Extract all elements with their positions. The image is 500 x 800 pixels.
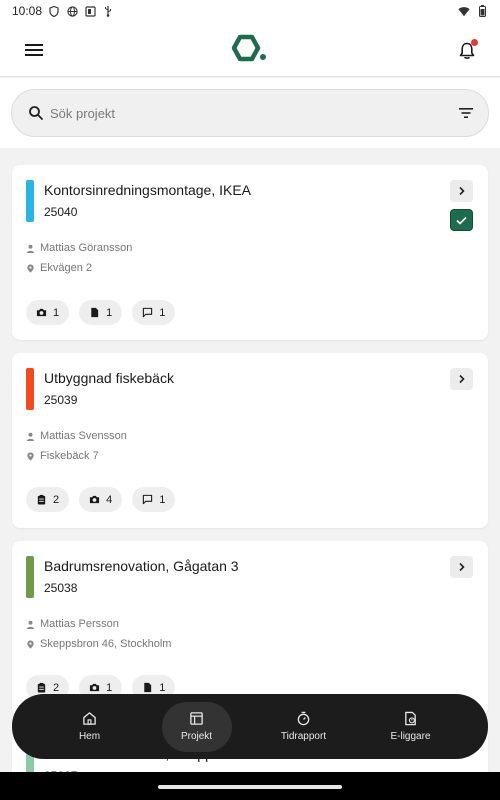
document-icon [144,682,152,693]
location-pin-icon [27,263,34,273]
camera-icon [90,495,100,504]
project-color-bar [26,180,34,222]
hamburger-icon [25,44,43,56]
project-number: 25039 [44,393,78,407]
chip-count: 1 [106,306,113,319]
chip-count: 1 [106,681,113,694]
stopwatch-icon [297,711,310,726]
comment-icon [143,494,153,505]
globe-icon [66,5,78,17]
open-project-button[interactable] [450,556,473,578]
camera-icon [36,308,47,317]
project-card[interactable]: Utbyggnad fiskebäck 25039 Mattias Svenss… [12,353,488,528]
battery-icon [476,5,488,17]
chip-count: 1 [159,493,166,506]
project-checkbox[interactable] [450,209,473,231]
camera-icon [90,683,100,692]
comments-chip[interactable]: 1 [132,300,176,325]
person-icon [26,620,35,629]
nav-home[interactable]: Hem [55,702,125,752]
document-icon [91,307,99,318]
chevron-right-icon [458,186,465,196]
project-address: Ekvägen 2 [26,262,92,274]
project-card[interactable]: Kontorsinredningsmontage, IKEA 25040 Mat… [12,165,488,340]
chip-count: 1 [53,306,60,319]
search-box [11,89,489,137]
status-time: 10:08 [12,4,43,18]
project-number: 25040 [44,205,78,219]
nav-home-label: Hem [78,731,101,742]
filter-icon[interactable] [458,105,474,121]
open-project-button[interactable] [450,180,473,202]
person-icon [26,244,35,253]
project-person-name: Mattias Göransson [40,242,133,254]
nav-projects[interactable]: Projekt [161,701,232,752]
photos-chip[interactable]: 4 [79,487,123,512]
project-address: Fiskebäck 7 [26,450,99,462]
project-title: Badrumsrenovation, Gågatan 3 [44,558,239,574]
notifications-button[interactable] [454,38,480,64]
comments-chip[interactable]: 1 [132,487,176,512]
project-person-name: Mattias Svensson [40,430,127,442]
app-logo [230,34,270,64]
chevron-right-icon [458,562,465,572]
home-gesture-handle[interactable] [158,785,342,789]
clipboard-icon [37,494,46,505]
square-icon [84,5,96,17]
documents-chip[interactable]: 1 [79,300,123,325]
nav-time-report-label: Tidrapport [280,731,327,742]
clipboard-icon [37,682,46,693]
checklists-chip[interactable]: 2 [26,487,70,512]
project-title: Kontorsinredningsmontage, IKEA [44,182,252,198]
project-color-bar [26,368,34,410]
shield-icon [48,5,60,17]
nav-projects-label: Projekt [180,731,213,742]
nav-time-report[interactable]: Tidrapport [269,702,339,752]
checkmark-icon [456,216,467,225]
project-number: 25038 [44,581,78,595]
search-input[interactable] [50,100,430,126]
nav-e-ledger-label: E-liggare [390,731,431,742]
home-icon [83,712,96,725]
chip-count: 1 [159,306,166,319]
menu-button[interactable] [22,40,46,60]
project-color-bar [26,556,34,598]
status-bar: 10:08 [0,0,500,22]
project-stats: 2 4 1 [26,487,176,512]
usb-icon [102,5,114,17]
project-person: Mattias Göransson [26,242,132,254]
projects-icon [190,712,203,725]
photos-chip[interactable]: 1 [26,300,70,325]
unread-badge [471,39,478,46]
project-person-name: Mattias Persson [40,618,119,630]
project-card[interactable]: Badrumsrenovation, Gågatan 3 25038 Matti… [12,541,488,716]
person-icon [26,432,35,441]
bottom-navigation: Hem Projekt Tidrapport E-liggare [12,694,488,759]
system-gesture-bar [0,772,500,800]
nav-e-ledger[interactable]: E-liggare [376,702,446,752]
search-section [0,78,500,148]
app-bar [0,22,500,77]
project-address: Skeppsbron 46, Stockholm [26,638,171,650]
wifi-icon [458,5,470,17]
project-address-text: Ekvägen 2 [40,262,92,274]
project-stats: 1 1 1 [26,300,176,325]
project-person: Mattias Persson [26,618,119,630]
e-ledger-icon [405,711,416,726]
project-address-text: Skeppsbron 46, Stockholm [40,638,172,650]
location-pin-icon [27,639,34,649]
chip-count: 2 [53,493,60,506]
search-icon [29,106,43,120]
comment-icon [143,307,153,318]
project-title: Utbyggnad fiskebäck [44,370,174,386]
chip-count: 2 [53,681,60,694]
open-project-button[interactable] [450,368,473,390]
location-pin-icon [27,451,34,461]
chevron-right-icon [458,374,465,384]
project-person: Mattias Svensson [26,430,127,442]
chip-count: 4 [106,493,113,506]
project-address-text: Fiskebäck 7 [40,450,99,462]
chip-count: 1 [159,681,166,694]
